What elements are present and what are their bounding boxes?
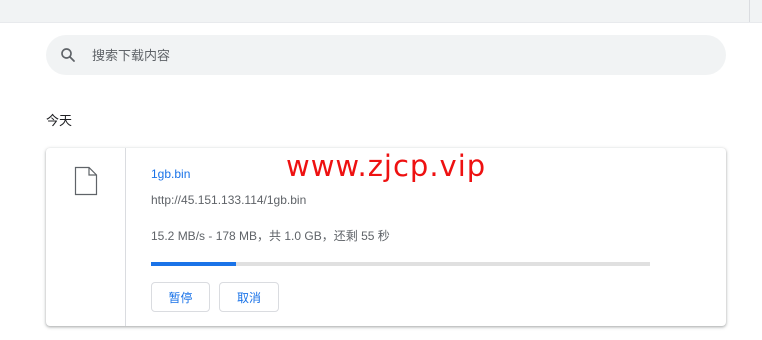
download-status-text: 15.2 MB/s - 178 MB，共 1.0 GB，还剩 55 秒 [151, 229, 390, 243]
download-item-icon-column [46, 148, 126, 326]
header-divider [0, 22, 762, 23]
watermark-text: www.zjcp.vip [286, 149, 487, 183]
file-icon [74, 166, 98, 196]
toolbar-divider [749, 0, 750, 22]
download-progress-fill [151, 262, 236, 266]
search-input[interactable] [92, 35, 712, 75]
date-group-header: 今天 [46, 113, 73, 128]
cancel-button[interactable]: 取消 [219, 282, 279, 312]
pause-button[interactable]: 暂停 [151, 282, 210, 312]
download-progress-bar [151, 262, 650, 266]
file-name-link[interactable]: 1gb.bin [151, 166, 190, 182]
file-source-url[interactable]: http://45.151.133.114/1gb.bin [151, 192, 306, 208]
top-toolbar [0, 0, 762, 22]
search-icon [61, 48, 75, 62]
search-box[interactable] [46, 35, 726, 75]
